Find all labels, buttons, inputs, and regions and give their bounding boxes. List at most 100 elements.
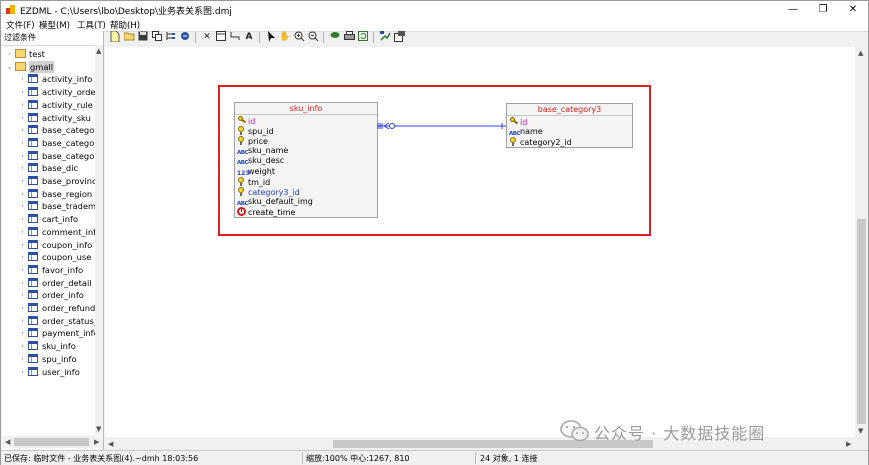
tree-icon[interactable] (165, 31, 177, 43)
entity-field[interactable]: create_time (237, 206, 295, 217)
menu-help[interactable]: 帮助(H) (110, 19, 140, 31)
scroll-down-icon[interactable]: ▼ (96, 425, 101, 433)
tree-table-item[interactable]: › cart_info (2, 213, 95, 225)
tree-table-item[interactable]: › comment_info (2, 226, 95, 238)
table-icon[interactable] (215, 31, 227, 43)
close-button[interactable]: ✕ (838, 1, 868, 18)
delete-icon[interactable]: ✕ (201, 31, 213, 43)
tree-table-item[interactable]: › coupon_use (2, 251, 95, 263)
chevron-right-icon[interactable]: › (19, 213, 26, 225)
tree-table-item[interactable]: › base_region (2, 188, 95, 200)
new-file-icon[interactable] (109, 30, 121, 43)
chevron-right-icon[interactable]: › (19, 226, 26, 238)
tree-table-item[interactable]: › activity_rule (2, 99, 95, 111)
canvas-vscroll-thumb[interactable] (857, 219, 866, 424)
filter-label[interactable]: 过滤条件 (4, 32, 36, 43)
tree-table-item[interactable]: › order_refund (2, 302, 95, 314)
entity-field[interactable]: id (237, 116, 255, 126)
hand-icon[interactable]: ✋ (279, 31, 291, 43)
tree-table-item[interactable]: › coupon_info (2, 239, 95, 251)
menu-tools[interactable]: 工具(T) (77, 19, 106, 31)
open-folder-icon[interactable] (123, 31, 135, 43)
chevron-right-icon[interactable]: › (19, 73, 26, 85)
chevron-down-icon[interactable]: ⌄ (6, 61, 13, 73)
chevron-right-icon[interactable]: › (19, 188, 26, 200)
tree-folder-item[interactable]: ⌄ gmall (2, 60, 95, 73)
chevron-right-icon[interactable]: › (6, 48, 13, 60)
tree-table-item[interactable]: › favor_info (2, 264, 95, 276)
chevron-right-icon[interactable]: › (19, 150, 26, 162)
tree-table-item[interactable]: › base_tradema (2, 200, 95, 212)
pointer-icon[interactable] (265, 31, 277, 43)
chevron-right-icon[interactable]: › (19, 200, 26, 212)
scroll-up-icon[interactable]: ▲ (96, 47, 101, 55)
copy-icon[interactable] (151, 31, 163, 43)
entity-field[interactable]: category3_id (237, 186, 300, 197)
zoom-in-icon[interactable] (293, 31, 305, 43)
entity-field[interactable]: ABCsku_desc (237, 156, 284, 166)
tree-table-item[interactable]: › activity_sku (2, 112, 95, 124)
tree-folder-item[interactable]: › test (2, 48, 95, 60)
text-icon[interactable]: A (243, 31, 255, 43)
entity-field[interactable]: category2_id (509, 137, 572, 147)
entity-base-category3[interactable]: base_category3 id ABCname category2_id (506, 103, 633, 148)
chevron-right-icon[interactable]: › (19, 277, 26, 289)
chevron-right-icon[interactable]: › (19, 264, 26, 276)
scroll-right-icon[interactable]: ▶ (94, 438, 99, 446)
chevron-right-icon[interactable]: › (19, 315, 26, 327)
tree-table-item[interactable]: › activity_order (2, 86, 95, 98)
canvas-vertical-scrollbar[interactable]: ▲ ▼ (856, 47, 867, 437)
tree-vertical-scrollbar[interactable]: ▲ ▼ (95, 45, 103, 435)
chevron-right-icon[interactable]: › (19, 86, 26, 98)
entity-field[interactable]: 123weight (237, 167, 275, 177)
link-icon[interactable] (229, 31, 241, 43)
tree-table-item[interactable]: › user_info (2, 366, 95, 378)
entity-field[interactable]: spu_id (237, 126, 274, 136)
settings-icon[interactable] (393, 31, 405, 43)
relation-connector[interactable] (377, 120, 508, 132)
chevron-right-icon[interactable]: › (19, 289, 26, 301)
refresh-icon[interactable] (357, 31, 369, 43)
tree-table-item[interactable]: › base_dic (2, 162, 95, 174)
chevron-right-icon[interactable]: › (19, 99, 26, 111)
scroll-right-icon[interactable]: ▶ (846, 440, 851, 448)
color-icon[interactable] (329, 31, 341, 43)
chevron-right-icon[interactable]: › (19, 340, 26, 352)
entity-field[interactable]: id (509, 117, 527, 127)
scroll-down-icon[interactable]: ▼ (858, 427, 863, 435)
menu-file[interactable]: 文件(F) (6, 19, 35, 31)
chevron-right-icon[interactable]: › (19, 353, 26, 365)
title-bar[interactable]: EZDML - C:\Users\lbo\Desktop\业务表关系图.dmj … (1, 1, 868, 18)
tree-table-item[interactable]: › base_provinc (2, 175, 95, 187)
scroll-up-icon[interactable]: ▲ (858, 49, 863, 57)
tree-table-item[interactable]: › activity_info (2, 73, 95, 85)
tree-table-item[interactable]: › base_categor (2, 150, 95, 162)
chevron-right-icon[interactable]: › (19, 137, 26, 149)
tree-table-item[interactable]: › order_info (2, 289, 95, 301)
print-icon[interactable] (343, 31, 355, 43)
tree-hscroll-thumb[interactable] (14, 438, 89, 446)
tree-table-item[interactable]: › base_categor (2, 124, 95, 136)
minimize-button[interactable]: — (778, 1, 808, 18)
chevron-right-icon[interactable]: › (19, 327, 26, 339)
diagram-canvas[interactable]: sku_info id spu_id price ABCsku_name ABCsku_… (105, 47, 855, 437)
chevron-right-icon[interactable]: › (19, 124, 26, 136)
tree-table-item[interactable]: › base_categor (2, 137, 95, 149)
tree-table-item[interactable]: › spu_info (2, 353, 95, 365)
chevron-right-icon[interactable]: › (19, 112, 26, 124)
chevron-right-icon[interactable]: › (19, 175, 26, 187)
entity-field[interactable]: ABCsku_name (237, 146, 288, 156)
tree-table-item[interactable]: › payment_info (2, 327, 95, 339)
zoom-out-icon[interactable] (307, 31, 319, 43)
maximize-button[interactable]: ❐ (808, 1, 838, 18)
entity-field[interactable]: ABCname (509, 127, 543, 137)
chevron-right-icon[interactable]: › (19, 251, 26, 263)
entity-field[interactable]: tm_id (237, 176, 270, 187)
tree-horizontal-scrollbar[interactable]: ◀ ▶ (2, 436, 103, 448)
tree-table-item[interactable]: › sku_info (2, 340, 95, 352)
entity-sku-info[interactable]: sku_info id spu_id price ABCsku_name ABCsku_… (234, 102, 378, 218)
save-icon[interactable] (137, 31, 149, 43)
menu-model[interactable]: 模型(M) (39, 19, 70, 31)
chevron-right-icon[interactable]: › (19, 366, 26, 378)
entity-field[interactable]: price (237, 136, 268, 146)
